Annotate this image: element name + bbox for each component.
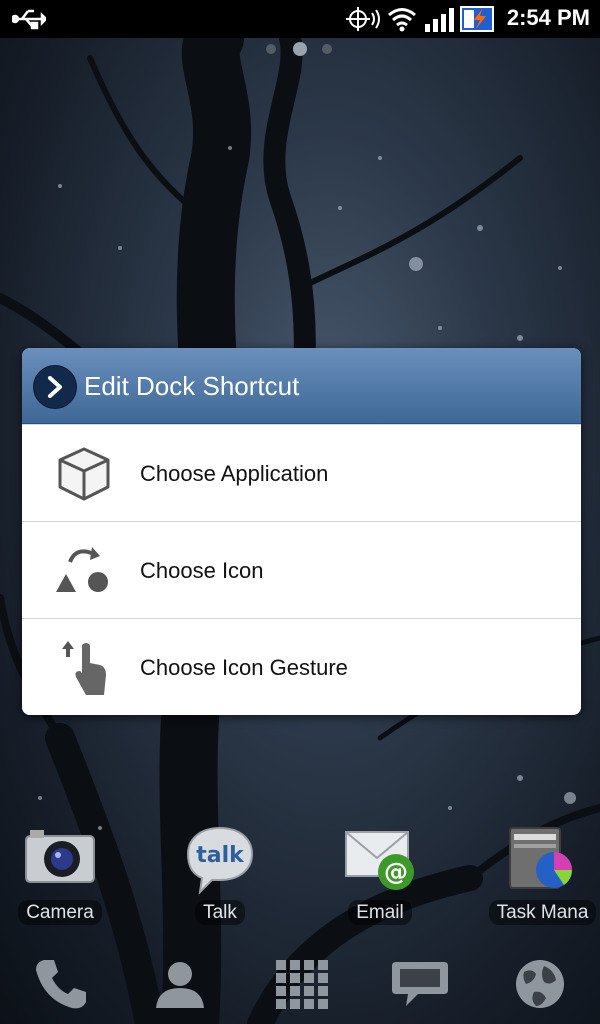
home-page-indicator (264, 42, 336, 56)
gesture-hand-icon (54, 641, 114, 695)
email-icon: @ (342, 826, 418, 894)
chevron-right-icon (33, 365, 77, 409)
talk-icon: talk (182, 826, 258, 895)
contacts-icon[interactable] (150, 956, 210, 1012)
gps-icon (346, 7, 382, 35)
app-talk[interactable]: talk Talk (165, 826, 275, 931)
choose-icon-item[interactable]: Choose Icon (22, 521, 581, 618)
app-label: Camera (18, 900, 102, 925)
svg-text:talk: talk (196, 843, 245, 868)
dialog-header: Edit Dock Shortcut (22, 348, 581, 424)
app-label: Talk (195, 900, 245, 925)
svg-text:@: @ (384, 858, 408, 886)
app-email[interactable]: @ Email (325, 826, 435, 931)
usb-icon (10, 8, 48, 34)
cube-icon (54, 447, 114, 501)
app-drawer-icon[interactable] (270, 956, 330, 1012)
app-label: Task Mana (488, 900, 597, 925)
browser-icon[interactable] (510, 956, 570, 1012)
page-dot-current (293, 42, 307, 56)
menu-item-label: Choose Icon Gesture (140, 655, 348, 680)
shapes-icon (54, 544, 114, 598)
page-dot (322, 44, 332, 54)
task-manager-icon (502, 826, 578, 894)
choose-icon-gesture-item[interactable]: Choose Icon Gesture (22, 618, 581, 715)
status-bar: 2:54 PM (0, 0, 600, 38)
app-camera[interactable]: Camera (5, 826, 115, 931)
signal-icon (425, 8, 455, 36)
wifi-icon (387, 6, 417, 36)
menu-item-label: Choose Icon (140, 558, 264, 583)
page-dot (266, 44, 276, 54)
phone-icon[interactable] (30, 956, 90, 1012)
messaging-icon[interactable] (390, 956, 450, 1012)
clock: 2:54 PM (506, 5, 590, 30)
camera-icon (22, 826, 98, 894)
menu-item-label: Choose Application (140, 461, 329, 486)
choose-application-item[interactable]: Choose Application (22, 424, 581, 521)
battery-charging-icon (460, 6, 496, 36)
dialog-title: Edit Dock Shortcut (84, 371, 300, 401)
app-label: Email (348, 900, 412, 925)
edit-dock-shortcut-dialog: Edit Dock Shortcut Choose Application Ch… (22, 348, 581, 715)
app-task-manager[interactable]: Task Mana (485, 826, 600, 931)
